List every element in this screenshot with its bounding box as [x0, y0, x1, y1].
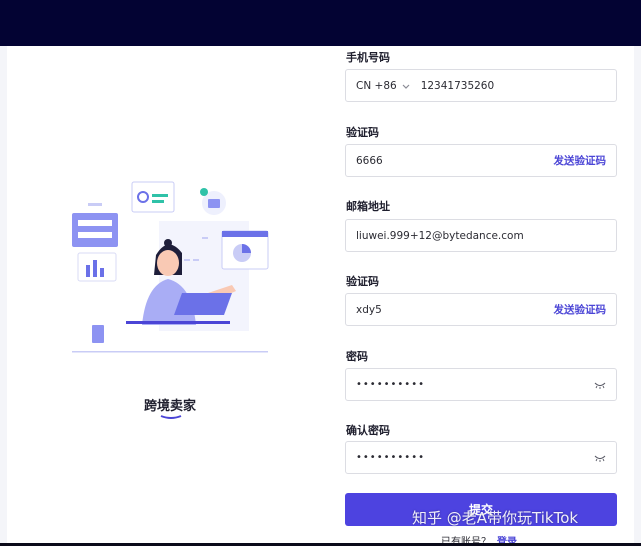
verification-code-field[interactable]: 6666 发送验证码: [345, 144, 617, 177]
bar-shape: [100, 268, 104, 277]
bar-shape: [86, 265, 90, 277]
confirm-password-field[interactable]: ••••••••••: [345, 441, 617, 474]
caption-underline: [160, 415, 182, 419]
bar-shape: [93, 260, 97, 277]
send-code-button[interactable]: 发送验证码: [554, 153, 607, 168]
watermark: 知乎 @老A带你玩TikTok: [412, 509, 579, 527]
password-input[interactable]: ••••••••••: [356, 379, 594, 390]
face-shape: [157, 250, 179, 276]
phone-field[interactable]: CN +86 12341735260: [345, 69, 617, 102]
email-field[interactable]: liuwei.999+12@bytedance.com: [345, 219, 617, 252]
password-field[interactable]: ••••••••••: [345, 368, 617, 401]
top-bar: [0, 0, 641, 46]
pie-panel-header: [222, 231, 268, 237]
eye-closed-icon[interactable]: [594, 381, 606, 389]
email-input[interactable]: liuwei.999+12@bytedance.com: [356, 230, 606, 242]
verification-code-input[interactable]: 6666: [356, 155, 554, 167]
illustration-caption: 跨境卖家: [143, 399, 196, 414]
board-dash: [193, 259, 199, 261]
verification-code-label: 验证码: [346, 126, 379, 139]
chevron-down-icon[interactable]: [401, 81, 411, 91]
left-panel-shape: [72, 213, 118, 247]
settings-line: [152, 194, 168, 197]
laptop-base: [126, 321, 230, 324]
country-code-select[interactable]: CN +86: [356, 80, 397, 92]
left-panel-dash: [88, 203, 102, 206]
folder-icon: [208, 199, 220, 208]
phone-label: 手机号码: [346, 51, 390, 64]
email-verification-code-field[interactable]: xdy5 发送验证码: [345, 293, 617, 326]
board-dash: [184, 259, 190, 261]
board-dash: [202, 237, 208, 239]
desk-line: [72, 351, 268, 353]
send-email-code-button[interactable]: 发送验证码: [554, 302, 607, 317]
laptop-screen: [174, 293, 232, 315]
check-icon: [200, 188, 208, 196]
seller-illustration: [72, 181, 269, 353]
page: 跨境卖家 手机号码 CN +86 12341735260 验证码 6666 发送…: [0, 0, 641, 546]
email-verification-code-input[interactable]: xdy5: [356, 304, 554, 316]
password-label: 密码: [346, 350, 368, 363]
confirm-password-input[interactable]: ••••••••••: [356, 452, 594, 463]
phone-input[interactable]: 12341735260: [421, 80, 606, 92]
left-panel-line: [78, 232, 112, 238]
email-verification-code-label: 验证码: [346, 275, 379, 288]
email-label: 邮箱地址: [346, 200, 390, 213]
left-panel-line: [78, 220, 112, 226]
settings-line: [152, 200, 164, 203]
cup-shape: [92, 325, 104, 343]
eye-closed-icon[interactable]: [594, 454, 606, 462]
confirm-password-label: 确认密码: [346, 424, 390, 437]
